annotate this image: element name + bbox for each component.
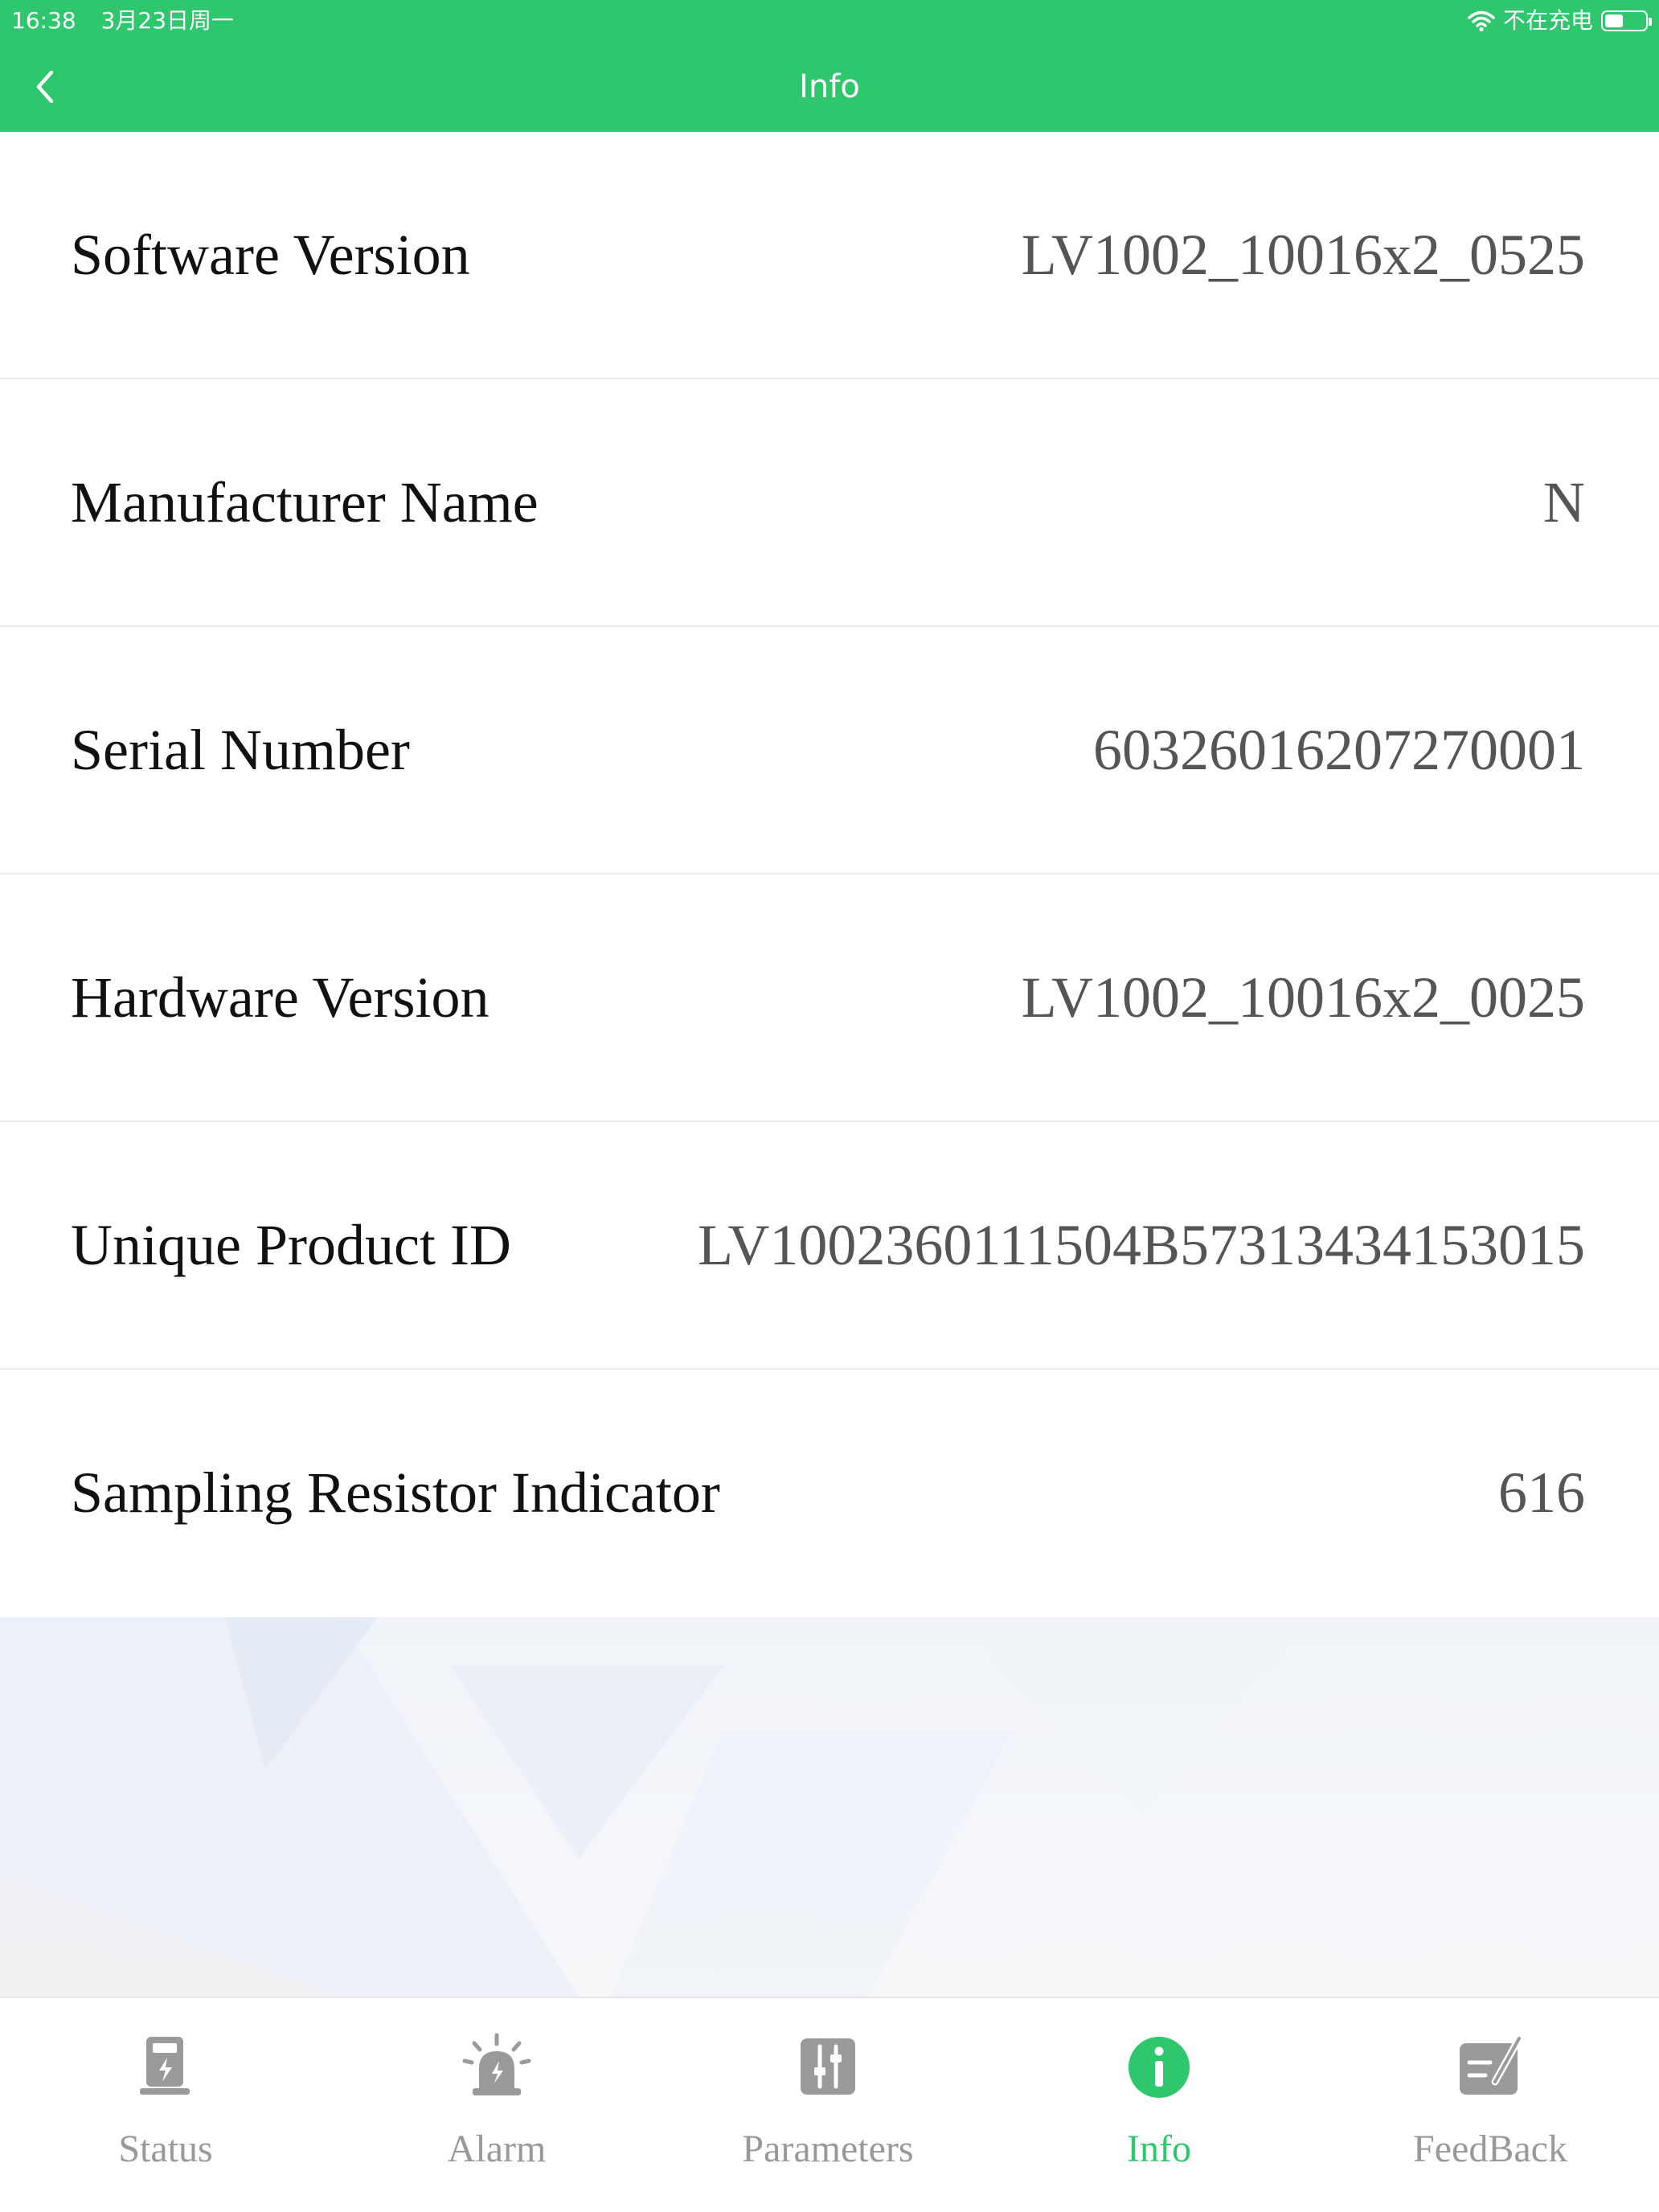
info-row-sampling-resistor-indicator: Sampling Resistor Indicator 616 — [0, 1370, 1659, 1617]
info-row-unique-product-id: Unique Product ID LV1002360111504B573134… — [0, 1122, 1659, 1370]
info-label: Sampling Resistor Indicator — [71, 1460, 720, 1525]
info-row-serial-number: Serial Number 60326016207270001 — [0, 627, 1659, 875]
status-time: 16:38 — [11, 7, 76, 34]
info-row-hardware-version: Hardware Version LV1002_10016x2_0025 — [0, 875, 1659, 1122]
background-shapes-icon — [0, 1617, 1318, 1997]
info-list: Software Version LV1002_10016x2_0525 Man… — [0, 132, 1659, 1617]
status-bar: 16:38 3月23日周一 不在充电 — [0, 0, 1659, 42]
tab-label: FeedBack — [1413, 2128, 1567, 2170]
info-value: LV1002_10016x2_0525 — [1021, 223, 1585, 287]
tab-alarm[interactable]: Alarm — [331, 1998, 662, 2212]
info-value: 616 — [1498, 1460, 1585, 1525]
tab-status[interactable]: Status — [0, 1998, 331, 2212]
charger-icon — [130, 2032, 201, 2103]
info-row-software-version: Software Version LV1002_10016x2_0525 — [0, 132, 1659, 379]
status-date: 3月23日周一 — [100, 7, 235, 34]
tab-label: Parameters — [742, 2128, 914, 2170]
battery-icon — [1601, 10, 1652, 31]
edit-icon — [1455, 2032, 1526, 2103]
nav-bar: Info — [0, 42, 1659, 132]
status-left: 16:38 3月23日周一 — [11, 0, 252, 42]
info-value: LV1002_10016x2_0025 — [1021, 965, 1585, 1030]
siren-icon — [461, 2032, 532, 2103]
tab-parameters[interactable]: Parameters — [662, 1998, 993, 2212]
charging-status: 不在充电 — [1502, 7, 1593, 34]
info-label: Manufacturer Name — [71, 470, 539, 535]
tab-label: Alarm — [447, 2128, 547, 2170]
decorative-background — [0, 1617, 1659, 1997]
tab-feedback[interactable]: FeedBack — [1325, 1998, 1656, 2212]
info-label: Serial Number — [71, 718, 410, 782]
info-value: LV1002360111504B57313434153015 — [697, 1213, 1585, 1277]
info-row-manufacturer-name: Manufacturer Name N — [0, 379, 1659, 627]
tab-info[interactable]: Info — [993, 1998, 1325, 2212]
page-title: Info — [799, 68, 860, 105]
tab-label: Status — [118, 2128, 213, 2170]
info-value: 60326016207270001 — [1093, 718, 1585, 782]
wifi-icon — [1468, 10, 1495, 32]
status-right: 不在充电 — [1468, 0, 1652, 42]
info-label: Software Version — [71, 223, 470, 287]
info-value: N — [1543, 470, 1585, 535]
sliders-icon — [793, 2032, 863, 2103]
info-label: Hardware Version — [71, 965, 490, 1030]
info-label: Unique Product ID — [71, 1213, 511, 1277]
tab-label: Info — [1127, 2128, 1191, 2170]
tab-bar: Status Alarm Parameters Info FeedBack — [0, 1997, 1659, 2212]
info-icon — [1124, 2032, 1194, 2103]
